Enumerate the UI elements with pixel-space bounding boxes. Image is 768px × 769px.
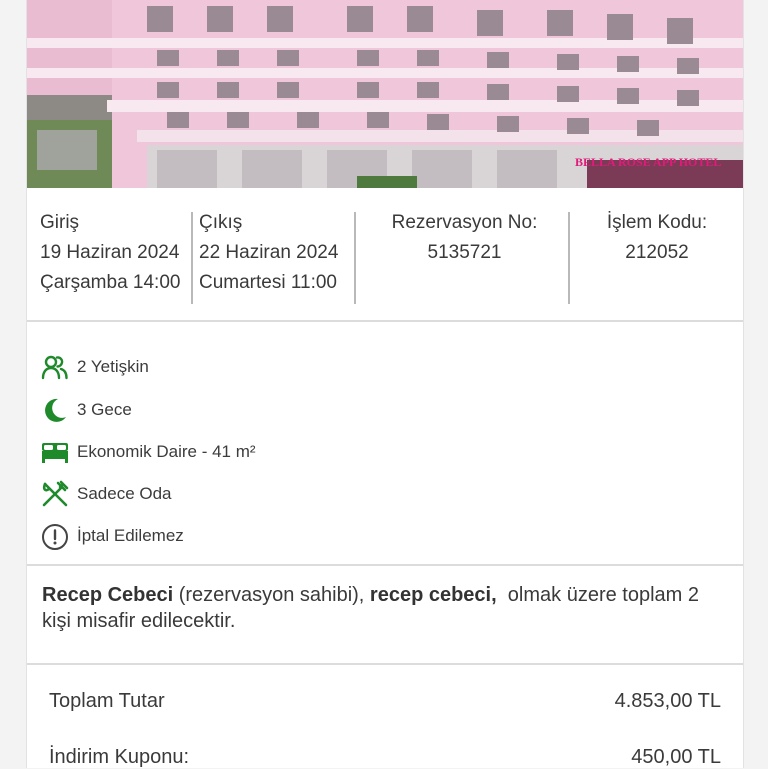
feature-label: Ekonomik Daire - 41 m² — [77, 442, 256, 461]
transaction-code: 212052 — [625, 242, 689, 263]
svg-text:BELLA ROSE APP HOTEL: BELLA ROSE APP HOTEL — [575, 155, 721, 169]
bed-icon — [41, 438, 69, 466]
price-value: 450,00 TL — [631, 746, 721, 768]
section-divider — [27, 663, 743, 665]
checkout-date: 22 Haziran 2024 — [199, 242, 339, 263]
section-divider — [27, 564, 743, 566]
utensils-icon — [41, 480, 69, 508]
feature-cancellation: İptal Edilemez — [41, 521, 184, 551]
reservation-label: Rezervasyon No: — [391, 212, 538, 233]
checkout-label: Çıkış — [199, 212, 243, 233]
divider — [354, 212, 356, 304]
hotel-photo: BELLA ROSE APP HOTEL — [27, 0, 743, 188]
checkout-block: Çıkış 22 Haziran 2024 Cumartesi 11:00 — [199, 208, 338, 298]
moon-icon — [41, 396, 69, 424]
feature-room: Ekonomik Daire - 41 m² — [41, 437, 256, 467]
transaction-label: İşlem Kodu: — [606, 212, 708, 233]
feature-label: Sadece Oda — [77, 484, 172, 503]
feature-label: İptal Edilemez — [77, 526, 184, 545]
checkin-date: 19 Haziran 2024 — [40, 242, 180, 263]
price-label: İndirim Kuponu: — [49, 746, 190, 768]
feature-label: 3 Gece — [77, 400, 132, 419]
guests-summary: Recep Cebeci (rezervasyon sahibi), recep… — [42, 582, 732, 634]
feature-label: 2 Yetişkin — [77, 357, 149, 376]
checkin-day-time: Çarşamba 14:00 — [40, 272, 181, 293]
checkin-block: Giriş 19 Haziran 2024 Çarşamba 14:00 — [40, 208, 180, 298]
feature-board: Sadece Oda — [41, 479, 172, 509]
feature-adults: 2 Yetişkin — [41, 352, 149, 382]
transaction-block: İşlem Kodu: 212052 — [572, 208, 742, 268]
feature-nights: 3 Gece — [41, 395, 132, 425]
people-icon — [41, 353, 69, 381]
owner-name: Recep Cebeci — [42, 584, 174, 606]
owner-note: (rezervasyon sahibi), — [173, 584, 370, 606]
alert-icon — [41, 522, 69, 550]
section-divider — [27, 320, 743, 322]
checkout-day-time: Cumartesi 11:00 — [199, 272, 337, 293]
price-value: 4.853,00 TL — [614, 690, 721, 712]
guest-name: recep cebeci, — [369, 584, 497, 606]
divider — [191, 212, 193, 304]
divider — [568, 212, 570, 304]
price-label: Toplam Tutar — [49, 690, 165, 712]
reservation-block: Rezervasyon No: 5135721 — [362, 208, 567, 268]
checkin-label: Giriş — [40, 212, 80, 233]
reservation-number: 5135721 — [427, 242, 502, 263]
reservation-card: BELLA ROSE APP HOTEL Giriş 19 Haziran 20… — [26, 0, 744, 768]
